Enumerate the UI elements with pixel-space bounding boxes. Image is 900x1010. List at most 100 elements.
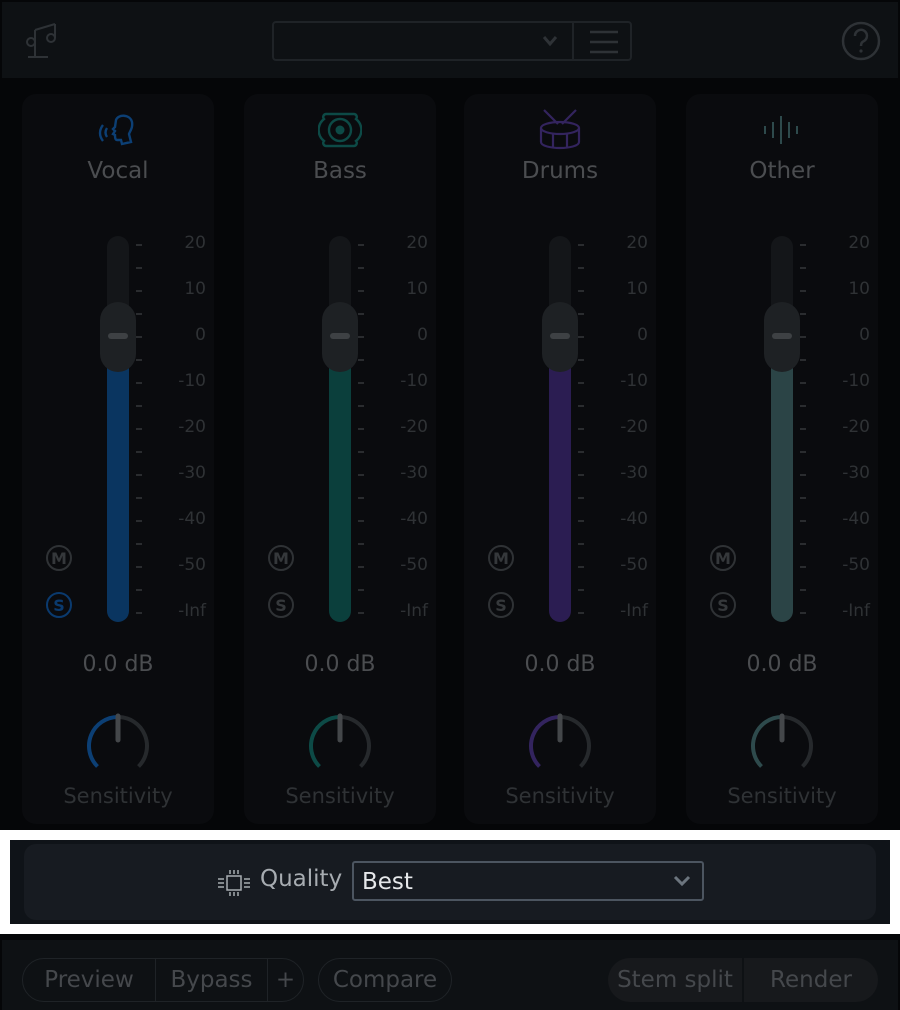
quality-label: Quality [260,866,343,892]
tick-mark [578,244,584,246]
tick-mark [136,290,142,292]
minor-tick-mark [358,267,364,269]
tick-label: 0 [417,325,428,345]
preview-button[interactable]: Preview [23,959,155,1001]
add-bypass-button[interactable]: + [267,959,303,1001]
fader-grip [772,333,792,339]
minor-tick-mark [800,451,806,453]
gain-readout[interactable]: 0.0 dB [686,652,878,677]
fader-track[interactable] [100,236,136,622]
minor-tick-mark [358,405,364,407]
scale-tick: 20 [578,233,648,253]
minor-tick-mark [136,359,142,361]
gain-readout[interactable]: 0.0 dB [22,652,214,677]
channel-strip-bass: Bass 20 10 0 -10 -20 -30 -40 -50 -Inf M S 0.0 dB Sens… [244,94,436,824]
tick-label: -50 [620,555,648,575]
sensitivity-label: Sensitivity [727,784,837,808]
help-question-icon[interactable] [840,20,882,62]
tick-mark [136,474,142,476]
hamburger-menu-icon[interactable] [586,29,622,55]
minor-tick-mark [136,313,142,315]
scale-tick: 20 [800,233,870,253]
solo-button[interactable]: S [268,592,294,618]
tick-mark [800,474,806,476]
fader-track[interactable] [764,236,800,622]
gain-readout[interactable]: 0.0 dB [464,652,656,677]
tick-label: -50 [178,555,206,575]
channel-strip-drums: Drums 20 10 0 -10 -20 -30 -40 -50 -Inf M S 0.0 dB Sen… [464,94,656,824]
scale-tick: 10 [136,279,206,299]
scale-tick: -50 [578,555,648,575]
render-button[interactable]: Render [742,958,878,1002]
tick-label: -Inf [620,601,648,621]
fader-handle[interactable] [322,302,358,372]
tick-mark [358,336,364,338]
mute-button[interactable]: M [46,545,72,571]
minor-tick-mark [800,543,806,545]
fader-handle[interactable] [542,302,578,372]
minor-tick-mark [136,405,142,407]
tick-label: -40 [620,509,648,529]
tick-mark [358,428,364,430]
mute-button[interactable]: M [488,545,514,571]
tick-mark [358,290,364,292]
tick-label: -20 [400,417,428,437]
sensitivity-knob[interactable] [84,712,152,780]
sensitivity-knob[interactable] [306,712,374,780]
knob-value-arc [751,715,783,768]
solo-button[interactable]: S [488,592,514,618]
solo-button[interactable]: S [46,592,72,618]
fader-handle[interactable] [764,302,800,372]
quality-select[interactable]: Best [352,861,704,901]
tick-label: -20 [620,417,648,437]
tick-label: 20 [626,233,648,253]
tick-mark [136,612,142,614]
mute-button[interactable]: M [710,545,736,571]
minor-tick-mark [578,267,584,269]
tick-mark [800,520,806,522]
tick-label: -30 [400,463,428,483]
knob-value-arc [87,715,119,768]
stem-split-button[interactable]: Stem split [608,958,742,1002]
bypass-button[interactable]: Bypass [155,959,267,1001]
fader-track[interactable] [322,236,358,622]
minor-tick-mark [358,589,364,591]
header-bar [2,2,898,78]
solo-button[interactable]: S [710,592,736,618]
preview-bypass-group: Preview Bypass + [22,958,304,1002]
minor-tick-mark [800,405,806,407]
tick-mark [578,520,584,522]
minor-tick-mark [578,497,584,499]
chevron-down-icon[interactable] [672,873,692,889]
tick-label: -30 [620,463,648,483]
tick-label: -50 [842,555,870,575]
mute-button[interactable]: M [268,545,294,571]
vocal-head-icon [22,108,214,152]
quality-panel-inner: Quality Best [24,844,876,920]
scale-tick: -40 [578,509,648,529]
channel-strip-other: Other 20 10 0 -10 -20 -30 -40 -50 -Inf M S 0.0 dB Sen… [686,94,878,824]
tick-mark [136,566,142,568]
fader-track[interactable] [542,236,578,622]
gain-readout[interactable]: 0.0 dB [244,652,436,677]
scale-tick: -10 [578,371,648,391]
compare-button[interactable]: Compare [319,959,451,1001]
scale-tick: -50 [800,555,870,575]
quality-value[interactable]: Best [362,869,413,895]
tick-label: 20 [184,233,206,253]
sensitivity-knob[interactable] [526,712,594,780]
preset-dropdown[interactable] [272,21,632,61]
tick-mark [800,290,806,292]
sensitivity-knob[interactable] [748,712,816,780]
scale-tick: -Inf [800,601,870,621]
minor-tick-mark [800,313,806,315]
tick-mark [800,336,806,338]
tick-label: 0 [859,325,870,345]
tick-mark [800,612,806,614]
scale-tick: -40 [136,509,206,529]
scale-tick: 0 [800,325,870,345]
minor-tick-mark [578,451,584,453]
channel-name: Drums [521,158,599,184]
fader-handle[interactable] [100,302,136,372]
chevron-down-icon[interactable] [540,33,560,49]
